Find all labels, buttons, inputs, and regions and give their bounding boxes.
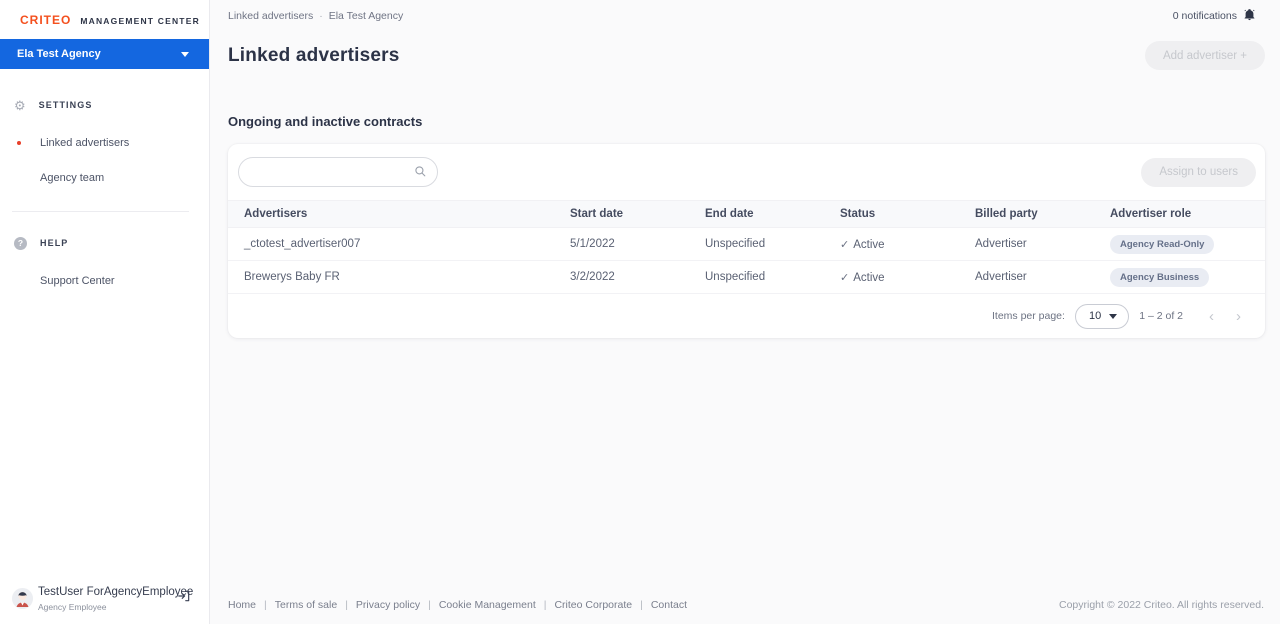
- nav-section-help-label: HELP: [40, 238, 68, 248]
- product-name: MANAGEMENT CENTER: [80, 16, 200, 26]
- breadcrumb: Linked advertisers · Ela Test Agency: [228, 10, 403, 22]
- cell-start-date: 5/1/2022: [570, 238, 705, 250]
- agency-selector-label: Ela Test Agency: [17, 48, 101, 60]
- items-per-page-value: 10: [1089, 310, 1101, 322]
- breadcrumb-agency[interactable]: Ela Test Agency: [329, 10, 404, 22]
- table-row: Brewerys Baby FR 3/2/2022 Unspecified ✓A…: [228, 261, 1265, 294]
- copyright: Copyright © 2022 Criteo. All rights rese…: [1059, 599, 1264, 611]
- column-header-billed-party: Billed party: [975, 208, 1110, 220]
- main-content: Linked advertisers · Ela Test Agency 0 n…: [210, 0, 1280, 624]
- user-block: TestUser ForAgencyEmployee Agency Employ…: [0, 586, 209, 616]
- logout-icon[interactable]: [177, 589, 191, 606]
- sidebar-item-label: Support Center: [40, 275, 115, 287]
- cell-billed-party: Advertiser: [975, 238, 1110, 250]
- card-toolbar: Assign to users: [228, 144, 1265, 200]
- pagination: Items per page: 10 1 – 2 of 2 ‹ ›: [228, 294, 1265, 338]
- sidebar-item-label: Linked advertisers: [40, 137, 129, 149]
- cell-end-date: Unspecified: [705, 238, 840, 250]
- chevron-down-icon: [181, 48, 189, 60]
- check-icon: ✓: [840, 239, 849, 251]
- footer-link-contact[interactable]: Contact: [651, 599, 687, 611]
- gear-icon: ⚙: [14, 99, 26, 112]
- help-icon: ?: [14, 237, 27, 250]
- cell-billed-party: Advertiser: [975, 271, 1110, 283]
- cell-advertiser-role: Agency Business: [1110, 268, 1265, 287]
- page-title: Linked advertisers: [228, 45, 400, 67]
- column-header-advertiser-role: Advertiser role: [1110, 208, 1265, 220]
- contracts-card: Assign to users Advertisers Start date E…: [228, 144, 1265, 338]
- notifications-label: 0 notifications: [1173, 10, 1237, 22]
- search-input[interactable]: [238, 157, 438, 187]
- cell-advertiser: Brewerys Baby FR: [228, 271, 570, 283]
- sidebar-item-label: Agency team: [40, 172, 104, 184]
- section-title: Ongoing and inactive contracts: [228, 114, 1280, 129]
- user-avatar: [12, 588, 33, 609]
- topbar: Linked advertisers · Ela Test Agency 0 n…: [210, 0, 1280, 24]
- sidebar: CRITEO MANAGEMENT CENTER Ela Test Agency…: [0, 0, 210, 624]
- footer-separator: |: [264, 599, 267, 611]
- footer-link-home[interactable]: Home: [228, 599, 256, 611]
- footer-separator: |: [428, 599, 431, 611]
- footer: Home | Terms of sale | Privacy policy | …: [228, 599, 1264, 611]
- breadcrumb-separator: ·: [319, 10, 323, 22]
- pagination-prev-icon[interactable]: ‹: [1205, 309, 1218, 324]
- nav-section-settings: ⚙ SETTINGS: [0, 96, 209, 114]
- table-row: _ctotest_advertiser007 5/1/2022 Unspecif…: [228, 228, 1265, 261]
- page-header: Linked advertisers Add advertiser +: [210, 24, 1280, 70]
- footer-link-terms-of-sale[interactable]: Terms of sale: [275, 599, 337, 611]
- column-header-start-date: Start date: [570, 208, 705, 220]
- sidebar-nav: ⚙ SETTINGS Linked advertisers Agency tea…: [0, 69, 209, 287]
- breadcrumb-linked-advertisers[interactable]: Linked advertisers: [228, 10, 313, 22]
- column-header-advertisers: Advertisers: [228, 208, 570, 220]
- sidebar-divider: [12, 211, 189, 212]
- sidebar-item-linked-advertisers[interactable]: Linked advertisers: [0, 137, 209, 149]
- items-per-page-select[interactable]: 10: [1075, 304, 1129, 329]
- role-badge: Agency Read-Only: [1110, 235, 1214, 254]
- user-role: Agency Employee: [38, 602, 107, 612]
- assign-to-users-button[interactable]: Assign to users: [1141, 158, 1256, 187]
- agency-selector-dropdown[interactable]: Ela Test Agency: [0, 39, 209, 69]
- cell-start-date: 3/2/2022: [570, 271, 705, 283]
- cell-advertiser-role: Agency Read-Only: [1110, 235, 1265, 254]
- search-container: [238, 157, 438, 187]
- footer-separator: |: [640, 599, 643, 611]
- items-per-page-label: Items per page:: [992, 310, 1065, 322]
- footer-link-criteo-corporate[interactable]: Criteo Corporate: [554, 599, 632, 611]
- brand-header: CRITEO MANAGEMENT CENTER: [0, 0, 209, 27]
- footer-link-privacy-policy[interactable]: Privacy policy: [356, 599, 420, 611]
- user-name: TestUser ForAgencyEmployee: [38, 586, 193, 598]
- check-icon: ✓: [840, 272, 849, 284]
- active-dot-icon: [17, 141, 21, 145]
- cell-end-date: Unspecified: [705, 271, 840, 283]
- pagination-range: 1 – 2 of 2: [1139, 310, 1183, 322]
- footer-link-cookie-management[interactable]: Cookie Management: [439, 599, 536, 611]
- sidebar-item-support-center[interactable]: Support Center: [0, 275, 209, 287]
- notifications-button[interactable]: 0 notifications: [1173, 8, 1256, 24]
- sidebar-item-agency-team[interactable]: Agency team: [0, 172, 209, 184]
- nav-section-help: ? HELP: [0, 234, 209, 252]
- pagination-next-icon[interactable]: ›: [1232, 309, 1245, 324]
- chevron-down-icon: [1109, 310, 1117, 322]
- bell-icon: [1243, 8, 1256, 24]
- footer-separator: |: [544, 599, 547, 611]
- footer-links: Home | Terms of sale | Privacy policy | …: [228, 599, 687, 611]
- nav-section-settings-label: SETTINGS: [39, 100, 93, 110]
- role-badge: Agency Business: [1110, 268, 1209, 287]
- table-header: Advertisers Start date End date Status B…: [228, 200, 1265, 228]
- criteo-logo: CRITEO: [20, 13, 71, 27]
- cell-status: ✓Active: [840, 271, 975, 284]
- footer-separator: |: [345, 599, 348, 611]
- cell-status: ✓Active: [840, 238, 975, 251]
- cell-advertiser: _ctotest_advertiser007: [228, 238, 570, 250]
- column-header-end-date: End date: [705, 208, 840, 220]
- add-advertiser-button[interactable]: Add advertiser +: [1145, 41, 1265, 70]
- column-header-status: Status: [840, 208, 975, 220]
